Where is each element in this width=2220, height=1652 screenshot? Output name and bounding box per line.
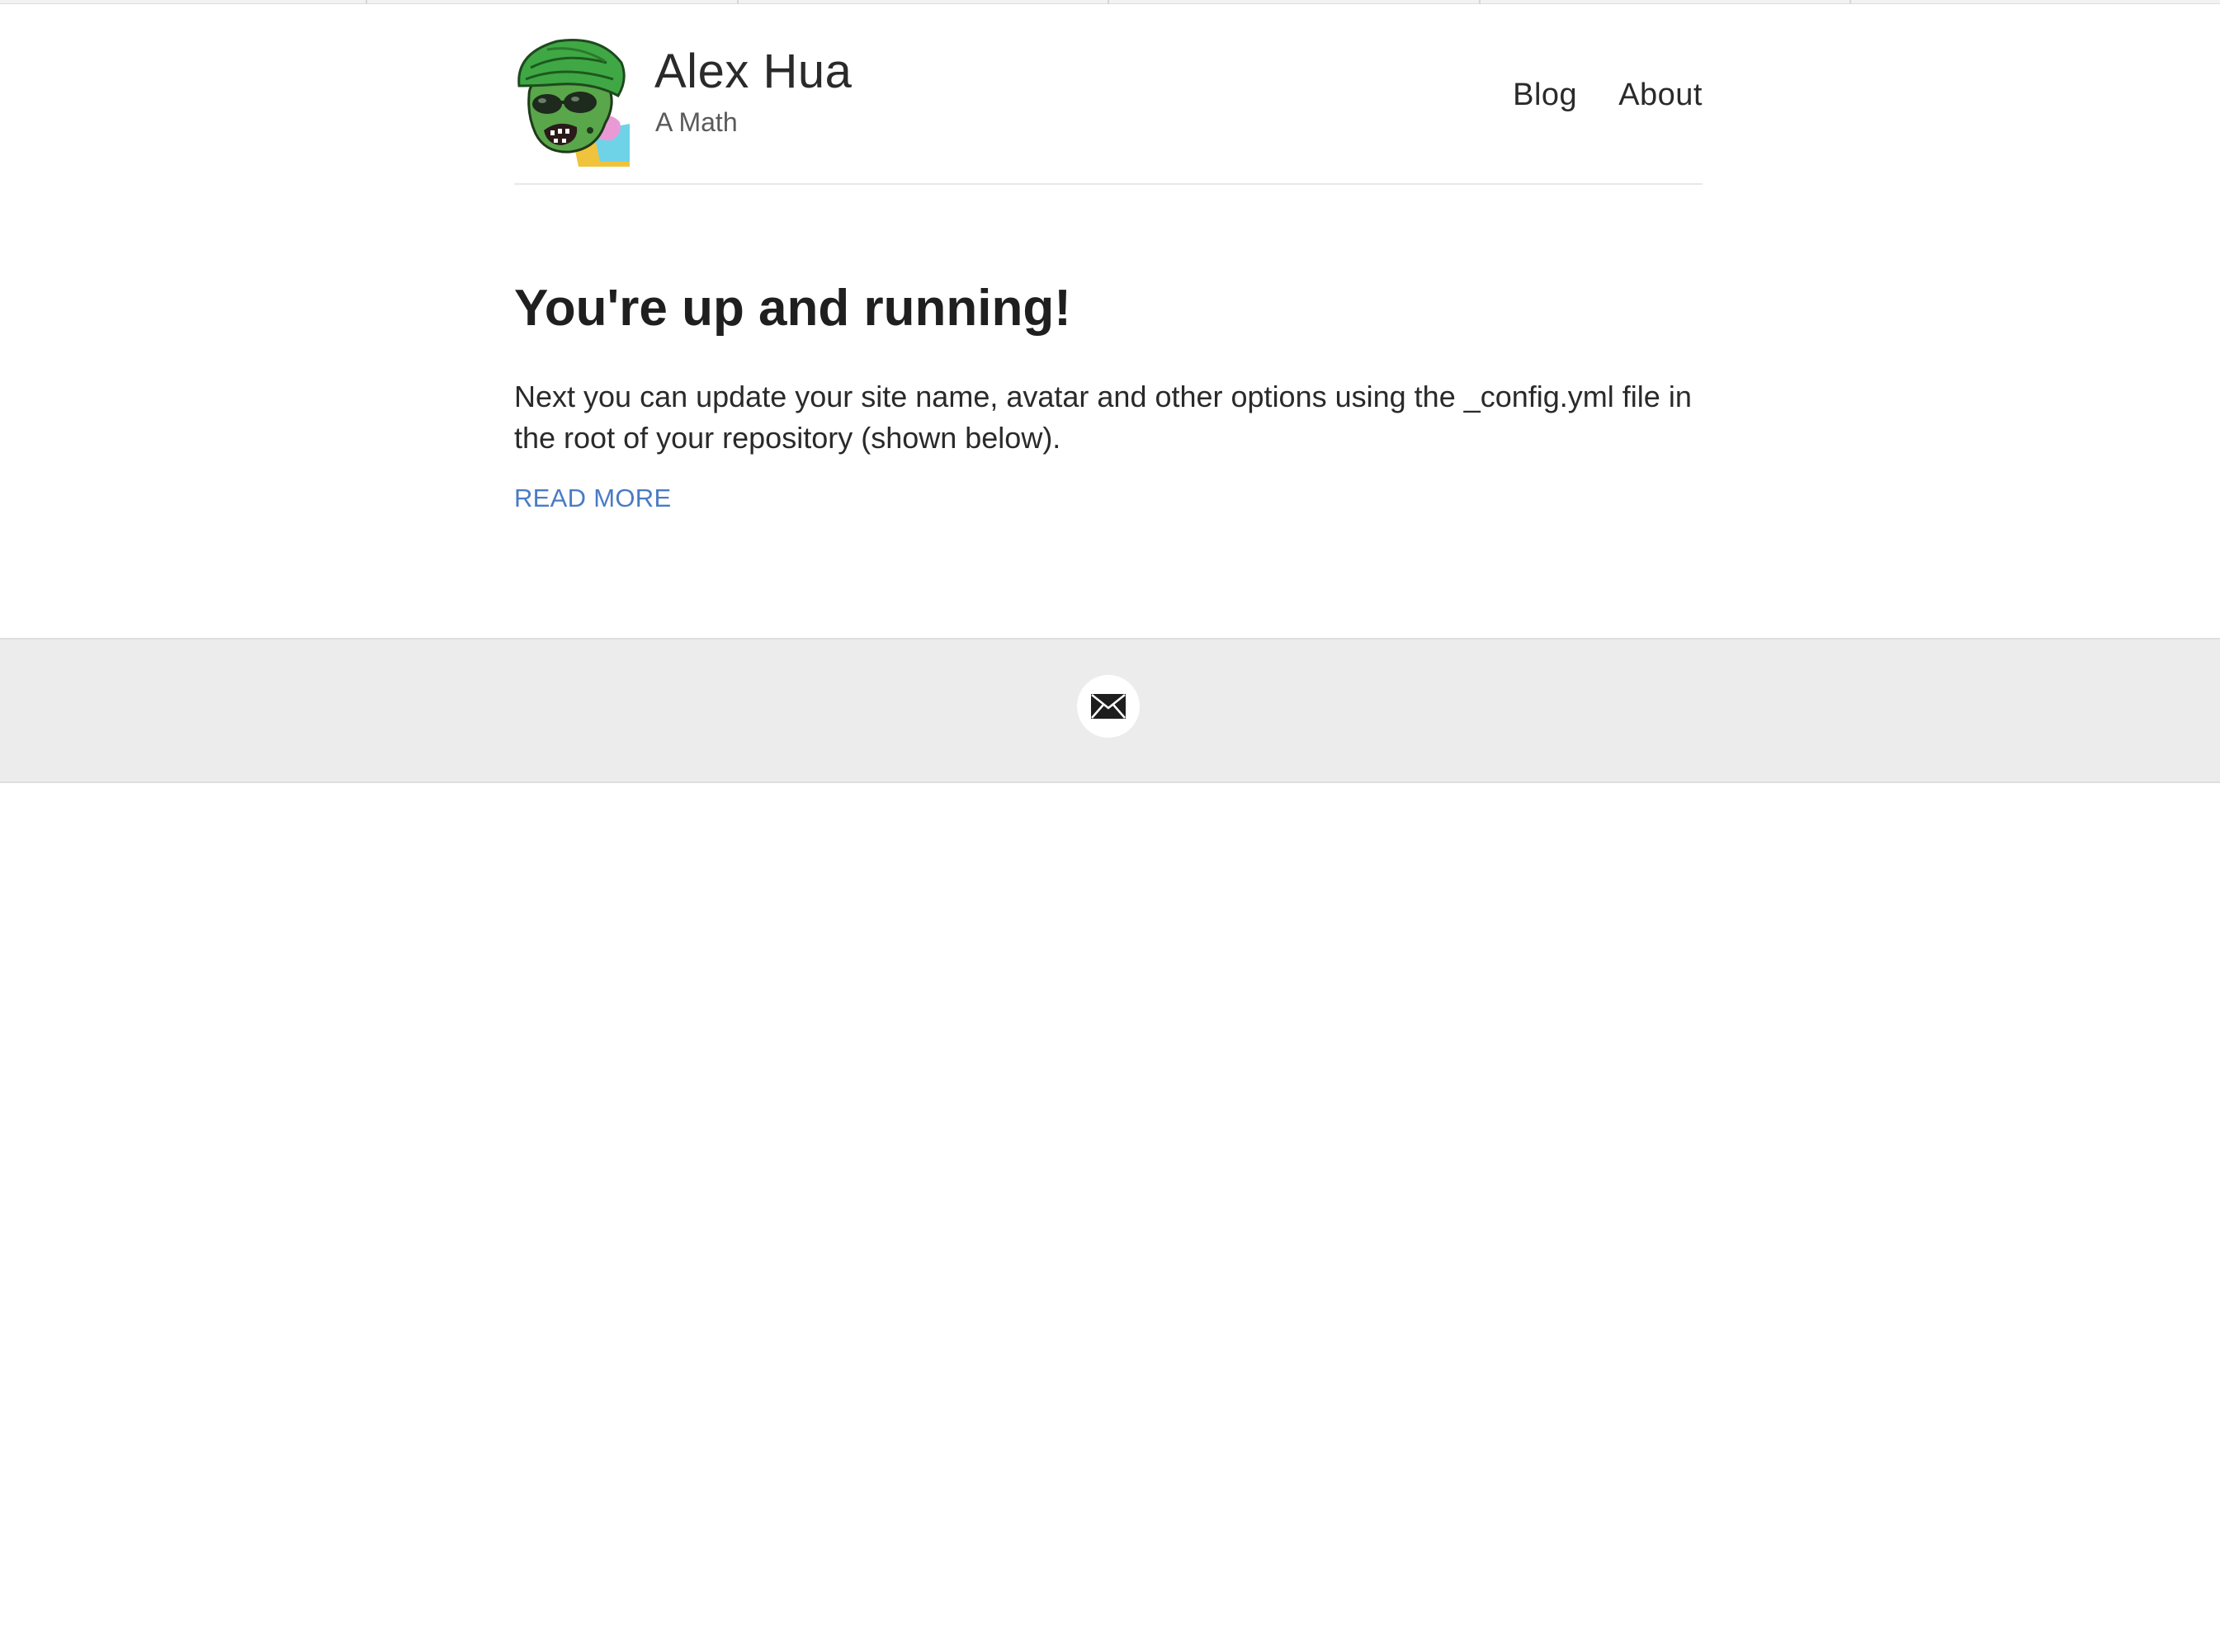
masthead: Alex Hua A Math Blog About — [514, 38, 1703, 185]
email-button[interactable] — [1077, 675, 1140, 738]
site-footer — [0, 638, 2220, 783]
envelope-icon — [1091, 694, 1126, 719]
post-title[interactable]: You're up and running! — [514, 280, 1703, 337]
nav-link-blog[interactable]: Blog — [1513, 79, 1577, 111]
strip-divider — [1849, 0, 1851, 4]
strip-divider — [1479, 0, 1481, 4]
post-excerpt: Next you can update your site name, avat… — [514, 380, 1692, 455]
read-more-link[interactable]: READ MORE — [514, 484, 671, 513]
site-title[interactable]: Alex Hua — [654, 48, 852, 96]
post-preview: You're up and running! Next you can upda… — [514, 280, 1703, 513]
strip-divider — [366, 0, 367, 4]
avatar[interactable] — [514, 38, 630, 167]
avatar-image — [514, 38, 630, 167]
browser-top-strip — [0, 0, 2220, 4]
strip-divider — [1108, 0, 1109, 4]
site-description: A Math — [655, 107, 738, 137]
nav-link-about[interactable]: About — [1618, 79, 1703, 111]
main-nav: Blog About — [1513, 79, 1703, 111]
strip-divider — [737, 0, 739, 4]
page: Alex Hua A Math Blog About You're up and… — [0, 0, 2220, 1652]
